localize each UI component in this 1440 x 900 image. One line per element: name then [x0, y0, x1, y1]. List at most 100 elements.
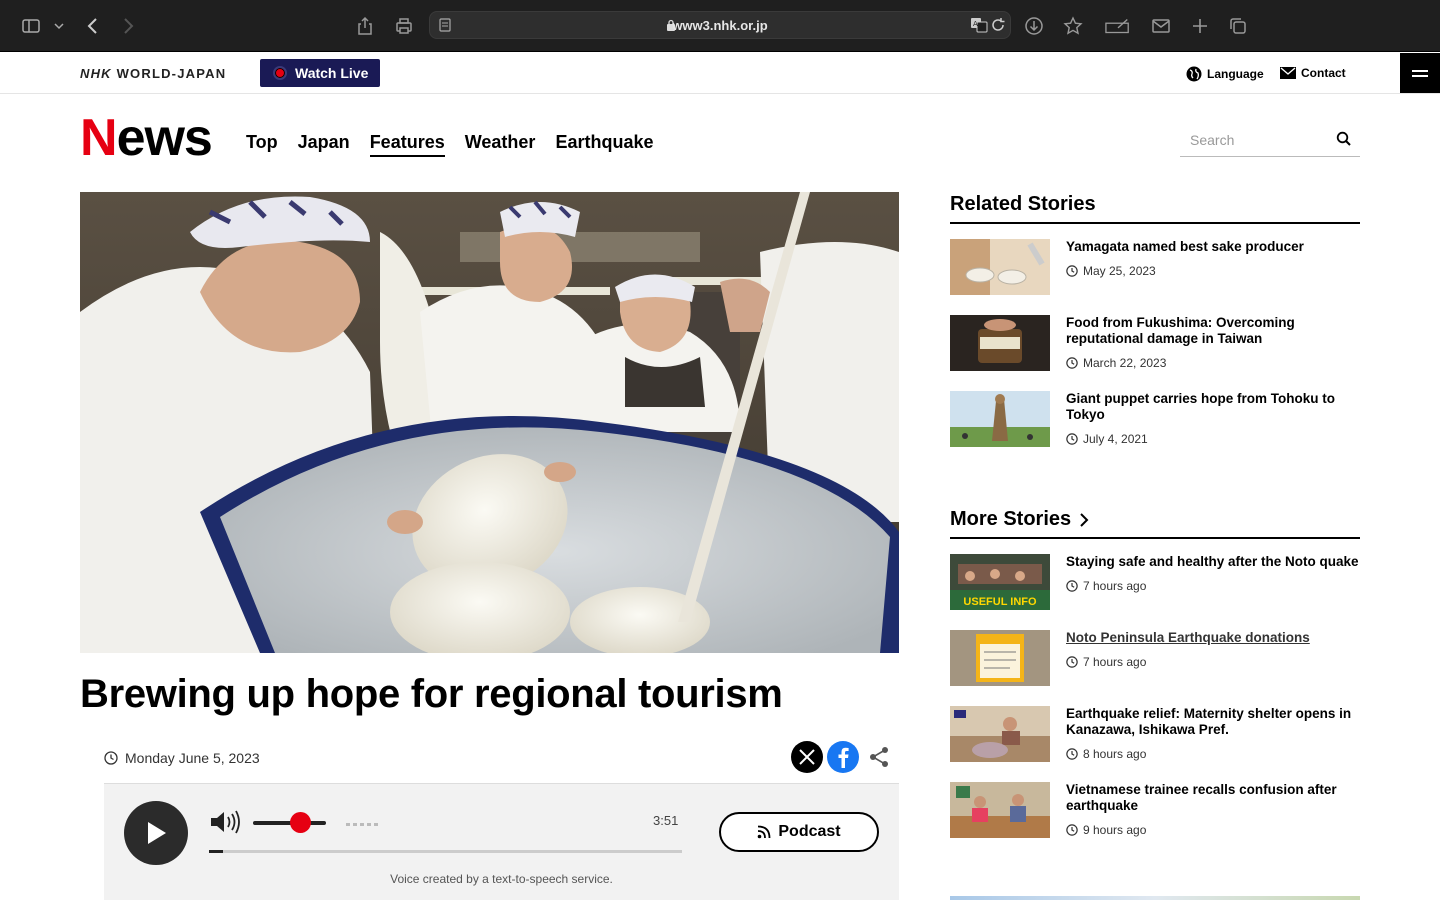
story-time: 7 hours ago: [1066, 655, 1146, 669]
back-icon[interactable]: [81, 14, 105, 38]
news-logo[interactable]: News: [80, 108, 213, 168]
new-tab-icon[interactable]: [1188, 14, 1212, 38]
nav-earthquake[interactable]: Earthquake: [555, 132, 653, 157]
story-thumbnail: [950, 782, 1050, 838]
clock-icon: [1066, 265, 1078, 277]
story-title[interactable]: Vietnamese trainee recalls confusion aft…: [1066, 782, 1360, 814]
audio-duration: 3:51: [653, 813, 679, 828]
share-icon[interactable]: [353, 14, 377, 38]
story-thumbnail: USEFUL INFO: [950, 554, 1050, 610]
sake-brewing-photo: [80, 192, 899, 653]
story-time: July 4, 2021: [1066, 432, 1148, 446]
globe-icon: [1186, 66, 1202, 82]
story-title[interactable]: Earthquake relief: Maternity shelter ope…: [1066, 706, 1360, 738]
story-title[interactable]: Noto Peninsula Earthquake donations: [1066, 630, 1360, 646]
story-thumbnail: [950, 630, 1050, 686]
playback-speed-indicator[interactable]: [346, 823, 378, 826]
story-time-text: 9 hours ago: [1083, 823, 1147, 837]
mail-icon[interactable]: [1149, 14, 1173, 38]
more-story-item[interactable]: Vietnamese trainee recalls confusion aft…: [950, 782, 1360, 840]
watch-live-label: Watch Live: [295, 65, 369, 81]
nhk-world-logo[interactable]: NHK WORLD-JAPAN: [80, 66, 226, 81]
story-title[interactable]: Staying safe and healthy after the Noto …: [1066, 554, 1360, 570]
search-input[interactable]: [1180, 124, 1320, 156]
live-dot-icon: [273, 66, 287, 80]
clock-icon: [1066, 433, 1078, 445]
watch-live-button[interactable]: Watch Live: [260, 59, 380, 87]
download-icon[interactable]: [1022, 14, 1046, 38]
search-box: [1180, 124, 1360, 157]
more-story-item[interactable]: USEFUL INFO Staying safe and healthy aft…: [950, 554, 1360, 612]
chevron-down-icon[interactable]: [49, 14, 69, 38]
share-network-icon[interactable]: [868, 746, 890, 768]
nav-features[interactable]: Features: [369, 132, 445, 157]
url-text: www3.nhk.or.jp: [672, 18, 768, 33]
nav-weather[interactable]: Weather: [465, 132, 536, 157]
hero-image: [80, 192, 899, 653]
clock-icon: [1066, 656, 1078, 668]
story-time-text: July 4, 2021: [1083, 432, 1148, 446]
language-label: Language: [1207, 67, 1264, 81]
article-headline: Brewing up hope for regional tourism: [80, 672, 783, 716]
story-title[interactable]: Giant puppet carries hope from Tohoku to…: [1066, 391, 1360, 423]
contact-label: Contact: [1301, 66, 1346, 80]
sidebar-toggle-icon[interactable]: [19, 14, 43, 38]
related-story-item[interactable]: Food from Fukushima: Overcoming reputati…: [950, 315, 1360, 373]
clock-icon: [104, 751, 118, 765]
clock-icon: [1066, 357, 1078, 369]
volume-slider-thumb[interactable]: [290, 812, 311, 833]
related-story-item[interactable]: Giant puppet carries hope from Tohoku to…: [950, 391, 1360, 449]
print-icon[interactable]: [392, 14, 416, 38]
search-icon[interactable]: [1336, 131, 1352, 147]
story-time: 7 hours ago: [1066, 579, 1146, 593]
story-time: May 25, 2023: [1066, 264, 1156, 278]
address-bar[interactable]: www3.nhk.or.jp A: [429, 11, 1011, 39]
share-x-button[interactable]: [791, 741, 823, 773]
story-title[interactable]: Food from Fukushima: Overcoming reputati…: [1066, 315, 1360, 347]
more-story-item[interactable]: Noto Peninsula Earthquake donations 7 ho…: [950, 630, 1360, 688]
related-story-item[interactable]: Yamagata named best sake producer May 25…: [950, 239, 1360, 297]
story-thumbnail: [950, 391, 1050, 447]
svg-text:A: A: [973, 20, 978, 28]
language-button[interactable]: Language: [1186, 66, 1264, 82]
x-logo-icon: [799, 749, 815, 765]
article-date-text: Monday June 5, 2023: [125, 750, 260, 766]
story-title[interactable]: Yamagata named best sake producer: [1066, 239, 1360, 255]
more-stories-title: More Stories: [950, 508, 1072, 530]
clock-icon: [1066, 748, 1078, 760]
svg-text:USEFUL INFO: USEFUL INFO: [963, 596, 1037, 608]
more-stories-heading[interactable]: More Stories: [950, 508, 1360, 539]
story-thumbnail: [950, 239, 1050, 295]
podcast-button[interactable]: Podcast: [719, 812, 879, 852]
podcast-label: Podcast: [778, 823, 841, 840]
contact-button[interactable]: Contact: [1280, 66, 1346, 80]
translate-icon[interactable]: A: [970, 17, 988, 33]
story-time-text: 8 hours ago: [1083, 747, 1147, 761]
browser-toolbar: www3.nhk.or.jp A: [0, 0, 1440, 52]
nav-top[interactable]: Top: [246, 132, 278, 157]
logo-suffix: WORLD-JAPAN: [116, 66, 227, 81]
reload-icon[interactable]: [990, 17, 1006, 33]
story-time-text: 7 hours ago: [1083, 579, 1147, 593]
tabs-overview-icon[interactable]: [1226, 14, 1250, 38]
article-date: Monday June 5, 2023: [104, 750, 260, 766]
story-time: 8 hours ago: [1066, 747, 1146, 761]
play-button[interactable]: [124, 801, 188, 865]
bookmark-star-icon[interactable]: [1061, 14, 1085, 38]
nav-japan[interactable]: Japan: [298, 132, 350, 157]
audio-progress-fill: [209, 850, 224, 853]
facebook-logo-icon: [838, 747, 849, 768]
chevron-right-icon: [1080, 512, 1089, 527]
forward-icon[interactable]: [116, 14, 140, 38]
story-time: 9 hours ago: [1066, 823, 1146, 837]
edit-icon[interactable]: [1104, 14, 1132, 38]
share-facebook-button[interactable]: [827, 741, 859, 773]
volume-icon[interactable]: [209, 809, 241, 835]
audio-progress-bar[interactable]: [209, 850, 682, 853]
envelope-icon: [1280, 67, 1296, 79]
hamburger-menu-button[interactable]: [1400, 53, 1440, 93]
more-story-item[interactable]: Earthquake relief: Maternity shelter ope…: [950, 706, 1360, 764]
menu-line: [1412, 74, 1428, 77]
story-time-text: March 22, 2023: [1083, 356, 1167, 370]
play-icon: [148, 822, 166, 844]
